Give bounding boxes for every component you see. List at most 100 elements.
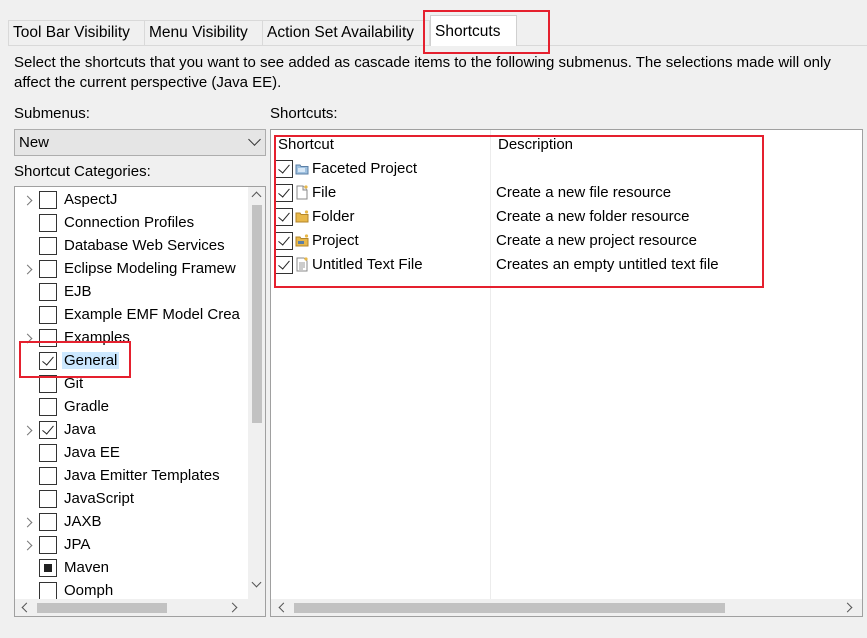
categories-tree[interactable]: AspectJ Connection Profiles Database Web S… bbox=[14, 186, 266, 617]
tree-item-label: General bbox=[62, 352, 120, 369]
checkbox[interactable] bbox=[39, 559, 57, 577]
scroll-left-icon[interactable] bbox=[278, 602, 289, 613]
checkbox[interactable] bbox=[39, 329, 57, 347]
tree-item[interactable]: Java EE bbox=[15, 442, 247, 465]
checkbox[interactable] bbox=[39, 536, 57, 554]
tree-item[interactable]: Examples bbox=[15, 327, 247, 350]
submenus-label: Submenus: bbox=[14, 105, 90, 122]
shortcut-description: Creates an empty untitled text file bbox=[496, 256, 719, 273]
horizontal-scroll-thumb[interactable] bbox=[294, 603, 725, 613]
tree-item-label: Java Emitter Templates bbox=[64, 467, 220, 484]
tree-item[interactable]: Git bbox=[15, 373, 247, 396]
horizontal-scroll-thumb[interactable] bbox=[37, 603, 167, 613]
scroll-down-icon[interactable] bbox=[251, 577, 262, 588]
partial-check-icon bbox=[44, 564, 52, 572]
tree-item[interactable]: Database Web Services bbox=[15, 235, 247, 258]
tree-item[interactable]: JavaScript bbox=[15, 488, 247, 511]
tree-item[interactable]: Maven bbox=[15, 557, 247, 580]
chevron-down-icon bbox=[248, 133, 261, 146]
checkbox[interactable] bbox=[39, 214, 57, 232]
checkbox[interactable] bbox=[39, 237, 57, 255]
checkbox[interactable] bbox=[275, 256, 293, 274]
tree-item[interactable]: JAXB bbox=[15, 511, 247, 534]
table-row[interactable]: Folder Create a new folder resource bbox=[271, 206, 861, 230]
tree-item[interactable]: JPA bbox=[15, 534, 247, 557]
submenus-selected-value: New bbox=[19, 134, 50, 151]
tab-menu-visibility[interactable]: Menu Visibility bbox=[144, 20, 263, 45]
tree-item-label: JavaScript bbox=[64, 490, 135, 507]
shortcut-name: Folder bbox=[312, 208, 355, 225]
checkbox[interactable] bbox=[39, 490, 57, 508]
tree-item[interactable]: Java bbox=[15, 419, 247, 442]
checkbox[interactable] bbox=[275, 160, 293, 178]
table-row[interactable]: Untitled Text File Creates an empty untit… bbox=[271, 254, 861, 278]
check-icon bbox=[278, 257, 290, 270]
file-icon bbox=[295, 185, 309, 200]
check-icon bbox=[42, 422, 54, 435]
chevron-right-icon[interactable] bbox=[22, 333, 33, 344]
chevron-right-icon[interactable] bbox=[22, 264, 33, 275]
tree-item[interactable]: EJB bbox=[15, 281, 247, 304]
scroll-left-icon[interactable] bbox=[21, 602, 32, 613]
checkbox[interactable] bbox=[275, 208, 293, 226]
shortcut-categories-label: Shortcut Categories: bbox=[14, 163, 151, 180]
checkbox[interactable] bbox=[39, 467, 57, 485]
tab-toolbar-visibility[interactable]: Tool Bar Visibility bbox=[8, 20, 145, 45]
categories-horizontal-scrollbar[interactable] bbox=[15, 599, 248, 616]
shortcut-name: Project bbox=[312, 232, 359, 249]
checkbox[interactable] bbox=[39, 444, 57, 462]
page-description: Select the shortcuts that you want to se… bbox=[14, 54, 831, 91]
tree-item[interactable]: AspectJ bbox=[15, 189, 247, 212]
shortcut-name: Faceted Project bbox=[312, 160, 418, 177]
tree-item[interactable]: General bbox=[15, 350, 247, 373]
chevron-right-icon[interactable] bbox=[22, 425, 33, 436]
tree-item[interactable]: Eclipse Modeling Framew bbox=[15, 258, 247, 281]
chevron-right-icon[interactable] bbox=[22, 540, 33, 551]
scroll-right-icon[interactable] bbox=[842, 602, 853, 613]
column-header-description[interactable]: Description bbox=[498, 136, 573, 153]
table-row[interactable]: File Create a new file resource bbox=[271, 182, 861, 206]
submenus-dropdown[interactable]: New bbox=[14, 129, 266, 156]
checkbox[interactable] bbox=[39, 421, 57, 439]
shortcut-name: File bbox=[312, 184, 337, 201]
checkbox[interactable] bbox=[39, 582, 57, 599]
tree-item[interactable]: Oomph bbox=[15, 580, 247, 599]
column-header-shortcut[interactable]: Shortcut bbox=[278, 136, 334, 153]
tree-item-label: Git bbox=[64, 375, 84, 392]
categories-vertical-scrollbar[interactable] bbox=[248, 187, 265, 599]
check-icon bbox=[278, 209, 290, 222]
table-row[interactable]: Project Create a new project resource bbox=[271, 230, 861, 254]
tab-shortcuts[interactable]: Shortcuts bbox=[430, 15, 517, 46]
checkbox[interactable] bbox=[39, 398, 57, 416]
checkbox[interactable] bbox=[39, 191, 57, 209]
tree-item[interactable]: Connection Profiles bbox=[15, 212, 247, 235]
checkbox[interactable] bbox=[275, 232, 293, 250]
shortcuts-table[interactable]: Shortcut Description Faceted Project File… bbox=[270, 129, 863, 617]
tree-item[interactable]: Gradle bbox=[15, 396, 247, 419]
checkbox[interactable] bbox=[275, 184, 293, 202]
tree-item[interactable]: Example EMF Model Crea bbox=[15, 304, 247, 327]
shortcuts-horizontal-scrollbar[interactable] bbox=[271, 599, 862, 616]
checkbox[interactable] bbox=[39, 283, 57, 301]
tree-item-label: Oomph bbox=[64, 582, 114, 599]
project-icon bbox=[295, 233, 309, 248]
tree-item-label: EJB bbox=[64, 283, 92, 300]
checkbox[interactable] bbox=[39, 375, 57, 393]
tree-item-label: AspectJ bbox=[64, 191, 118, 208]
tree-item-label: Maven bbox=[64, 559, 110, 576]
checkbox[interactable] bbox=[39, 352, 57, 370]
chevron-right-icon[interactable] bbox=[22, 517, 33, 528]
tab-action-set-availability[interactable]: Action Set Availability bbox=[262, 20, 430, 45]
tree-item-label: JPA bbox=[64, 536, 91, 553]
scroll-right-icon[interactable] bbox=[227, 602, 238, 613]
scroll-up-icon[interactable] bbox=[251, 191, 262, 202]
tree-item-label: Gradle bbox=[64, 398, 110, 415]
checkbox[interactable] bbox=[39, 306, 57, 324]
table-row[interactable]: Faceted Project bbox=[271, 158, 861, 182]
shortcut-description: Create a new file resource bbox=[496, 184, 672, 201]
tree-item[interactable]: Java Emitter Templates bbox=[15, 465, 247, 488]
checkbox[interactable] bbox=[39, 260, 57, 278]
chevron-right-icon[interactable] bbox=[22, 195, 33, 206]
vertical-scroll-thumb[interactable] bbox=[252, 205, 262, 423]
checkbox[interactable] bbox=[39, 513, 57, 531]
